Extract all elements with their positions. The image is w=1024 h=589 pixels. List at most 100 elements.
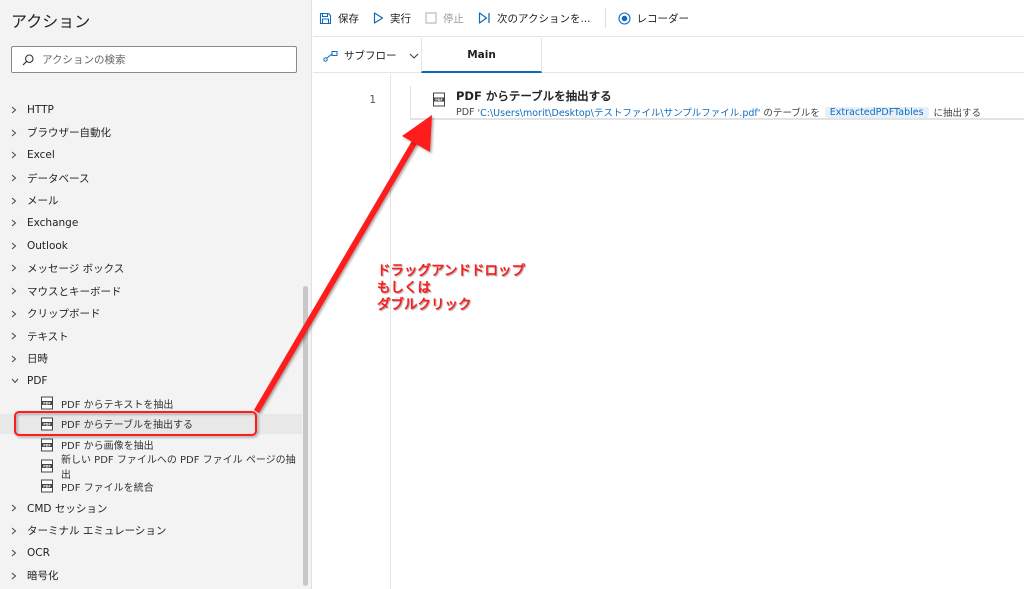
step-prefix: PDF xyxy=(456,106,475,118)
svg-text:PDF: PDF xyxy=(43,443,51,447)
category-label: データベース xyxy=(27,172,90,185)
category-label: Outlook xyxy=(27,239,68,252)
actions-panel-title: アクション xyxy=(11,12,91,31)
step-variable-badge[interactable]: ExtractedPDFTables xyxy=(824,106,929,118)
category-excel[interactable]: Excel xyxy=(0,144,302,167)
annotation-line-3: ダブルクリック xyxy=(377,297,472,313)
action-extract-tables-from-pdf[interactable]: PDF PDF からテーブルを抽出する xyxy=(0,413,302,435)
category-label: PDF xyxy=(27,375,48,388)
pdf-file-icon: PDF xyxy=(433,92,445,107)
category-ocr[interactable]: OCR xyxy=(0,542,302,565)
action-label: PDF ファイルを統合 xyxy=(61,482,154,494)
category-label: ターミナル エミュレーション xyxy=(27,525,167,538)
chevron-right-icon xyxy=(11,310,27,318)
pdf-file-icon: PDF xyxy=(41,459,53,472)
annotation-line-1: ドラッグアンドドロップ xyxy=(377,263,525,279)
save-button[interactable]: 保存 xyxy=(319,11,359,26)
subflow-icon xyxy=(323,50,338,62)
record-icon xyxy=(617,11,631,25)
action-label: PDF からテーブルを抽出する xyxy=(61,420,194,432)
category-cryptography[interactable]: 暗号化 xyxy=(0,564,302,587)
play-icon xyxy=(373,12,384,24)
step-forward-icon xyxy=(478,12,490,24)
action-search-input[interactable] xyxy=(42,53,282,66)
recorder-button[interactable]: レコーダー xyxy=(617,11,690,26)
category-clipboard[interactable]: クリップボード xyxy=(0,302,302,325)
category-cmd-session[interactable]: CMD セッション xyxy=(0,497,302,520)
designer-toolbar: 保存 実行 停止 次のアクションを... レコーダー xyxy=(313,0,1024,37)
chevron-right-icon xyxy=(11,174,27,182)
line-number-gutter: 1 xyxy=(313,74,391,589)
search-icon xyxy=(22,53,34,65)
step-suffix: に抽出する xyxy=(933,108,982,119)
action-extract-text-from-pdf[interactable]: PDF PDF からテキストを抽出 xyxy=(0,393,302,414)
subflow-label: サブフロー xyxy=(344,50,397,62)
toolbar-divider xyxy=(604,8,606,28)
chevron-right-icon xyxy=(11,355,27,363)
run-label: 実行 xyxy=(390,12,411,25)
pdf-file-icon: PDF xyxy=(41,479,53,493)
svg-text:PDF: PDF xyxy=(43,401,51,405)
category-database[interactable]: データベース xyxy=(0,167,302,190)
category-label: メール xyxy=(27,195,59,208)
chevron-right-icon xyxy=(11,106,27,114)
arrow-head xyxy=(402,115,432,152)
category-outlook[interactable]: Outlook xyxy=(0,235,302,258)
actions-scrollbar[interactable] xyxy=(303,286,308,586)
svg-text:PDF: PDF xyxy=(43,422,51,426)
action-label: PDF からテキストを抽出 xyxy=(61,399,174,411)
actions-panel: アクション HTTP ブラウザー自動化 Excel データベース メール xyxy=(0,0,312,589)
category-mail[interactable]: メール xyxy=(0,189,302,212)
category-label: マウスとキーボード xyxy=(27,285,122,298)
chevron-right-icon xyxy=(11,504,27,512)
next-action-button[interactable]: 次のアクションを... xyxy=(478,11,591,26)
chevron-right-icon xyxy=(11,572,27,580)
action-search-box[interactable] xyxy=(11,46,297,73)
category-pdf[interactable]: PDF xyxy=(0,370,302,393)
action-tree: HTTP ブラウザー自動化 Excel データベース メール Exchange … xyxy=(0,99,302,587)
stop-label: 停止 xyxy=(443,12,464,25)
category-label: OCR xyxy=(27,547,50,560)
chevron-right-icon xyxy=(11,332,27,340)
category-message-box[interactable]: メッセージ ボックス xyxy=(0,257,302,280)
pdf-file-icon: PDF xyxy=(41,417,53,431)
chevron-down-icon xyxy=(409,53,418,59)
subflow-dropdown[interactable]: サブフロー xyxy=(323,38,424,73)
category-exchange[interactable]: Exchange xyxy=(0,212,302,235)
stop-icon xyxy=(425,12,437,24)
svg-text:PDF: PDF xyxy=(43,485,51,489)
annotation-text: ドラッグアンドドロップ もしくは ダブルクリック xyxy=(377,263,525,314)
run-button[interactable]: 実行 xyxy=(373,11,411,26)
pdf-file-icon: PDF xyxy=(41,438,53,452)
action-extract-pdf-pages[interactable]: PDF 新しい PDF ファイルへの PDF ファイル ページの抽出 xyxy=(0,455,302,481)
chevron-right-icon xyxy=(11,151,27,159)
category-datetime[interactable]: 日時 xyxy=(0,348,302,371)
category-label: 日時 xyxy=(27,353,48,366)
pdf-file-icon: PDF xyxy=(41,396,53,410)
step-description: PDF 'C:\Users\morit\Desktop\テストファイル\サンプル… xyxy=(456,105,981,119)
chevron-right-icon xyxy=(11,197,27,205)
flow-step-extract-tables[interactable]: PDF PDF からテーブルを抽出する PDF 'C:\Users\morit\… xyxy=(410,86,1024,120)
category-mouse-keyboard[interactable]: マウスとキーボード xyxy=(0,280,302,303)
recorder-label: レコーダー xyxy=(636,12,690,25)
stop-button[interactable]: 停止 xyxy=(425,11,464,26)
step-file-path: 'C:\Users\morit\Desktop\テストファイル\サンプルファイル… xyxy=(477,108,761,119)
category-http[interactable]: HTTP xyxy=(0,99,302,122)
chevron-down-icon xyxy=(11,378,27,384)
tab-main[interactable]: Main xyxy=(421,38,542,73)
category-terminal-emulation[interactable]: ターミナル エミュレーション xyxy=(0,519,302,542)
category-text[interactable]: テキスト xyxy=(0,325,302,348)
next-action-label: 次のアクションを... xyxy=(497,12,591,25)
step-title: PDF からテーブルを抽出する xyxy=(456,89,612,103)
chevron-right-icon xyxy=(11,527,27,535)
svg-text:PDF: PDF xyxy=(43,464,51,468)
category-label: Excel xyxy=(27,149,55,162)
category-label: テキスト xyxy=(27,330,69,343)
category-browser-automation[interactable]: ブラウザー自動化 xyxy=(0,122,302,145)
annotation-line-2: もしくは xyxy=(377,280,431,296)
chevron-right-icon xyxy=(11,264,27,272)
action-label: 新しい PDF ファイルへの PDF ファイル ページの抽出 xyxy=(61,454,296,481)
chevron-right-icon xyxy=(11,129,27,137)
svg-text:PDF: PDF xyxy=(435,98,443,102)
save-label: 保存 xyxy=(338,12,359,25)
